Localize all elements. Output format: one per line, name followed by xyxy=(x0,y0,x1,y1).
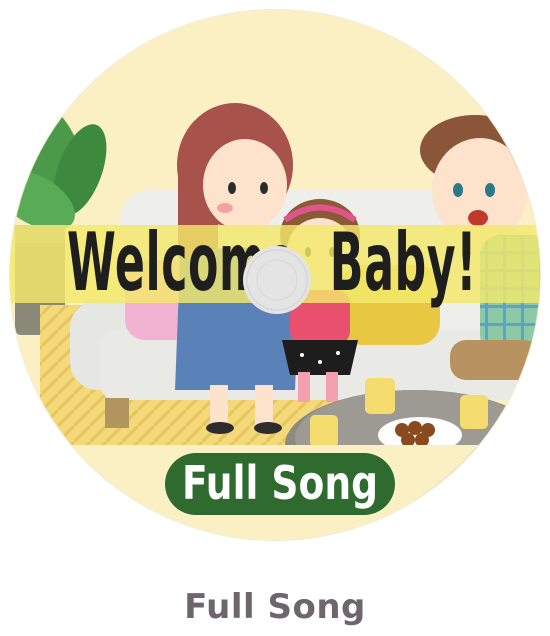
song-card: Welcome, Baby! Full Song Full Song xyxy=(0,0,550,636)
album-disc[interactable]: Welcome, Baby! Full Song xyxy=(10,10,540,540)
album-art: Welcome, Baby! Full Song xyxy=(10,10,540,540)
disc-spindle-hole xyxy=(243,246,311,314)
song-caption[interactable]: Full Song xyxy=(0,580,550,634)
disc-label-text: Full Song xyxy=(182,456,378,510)
